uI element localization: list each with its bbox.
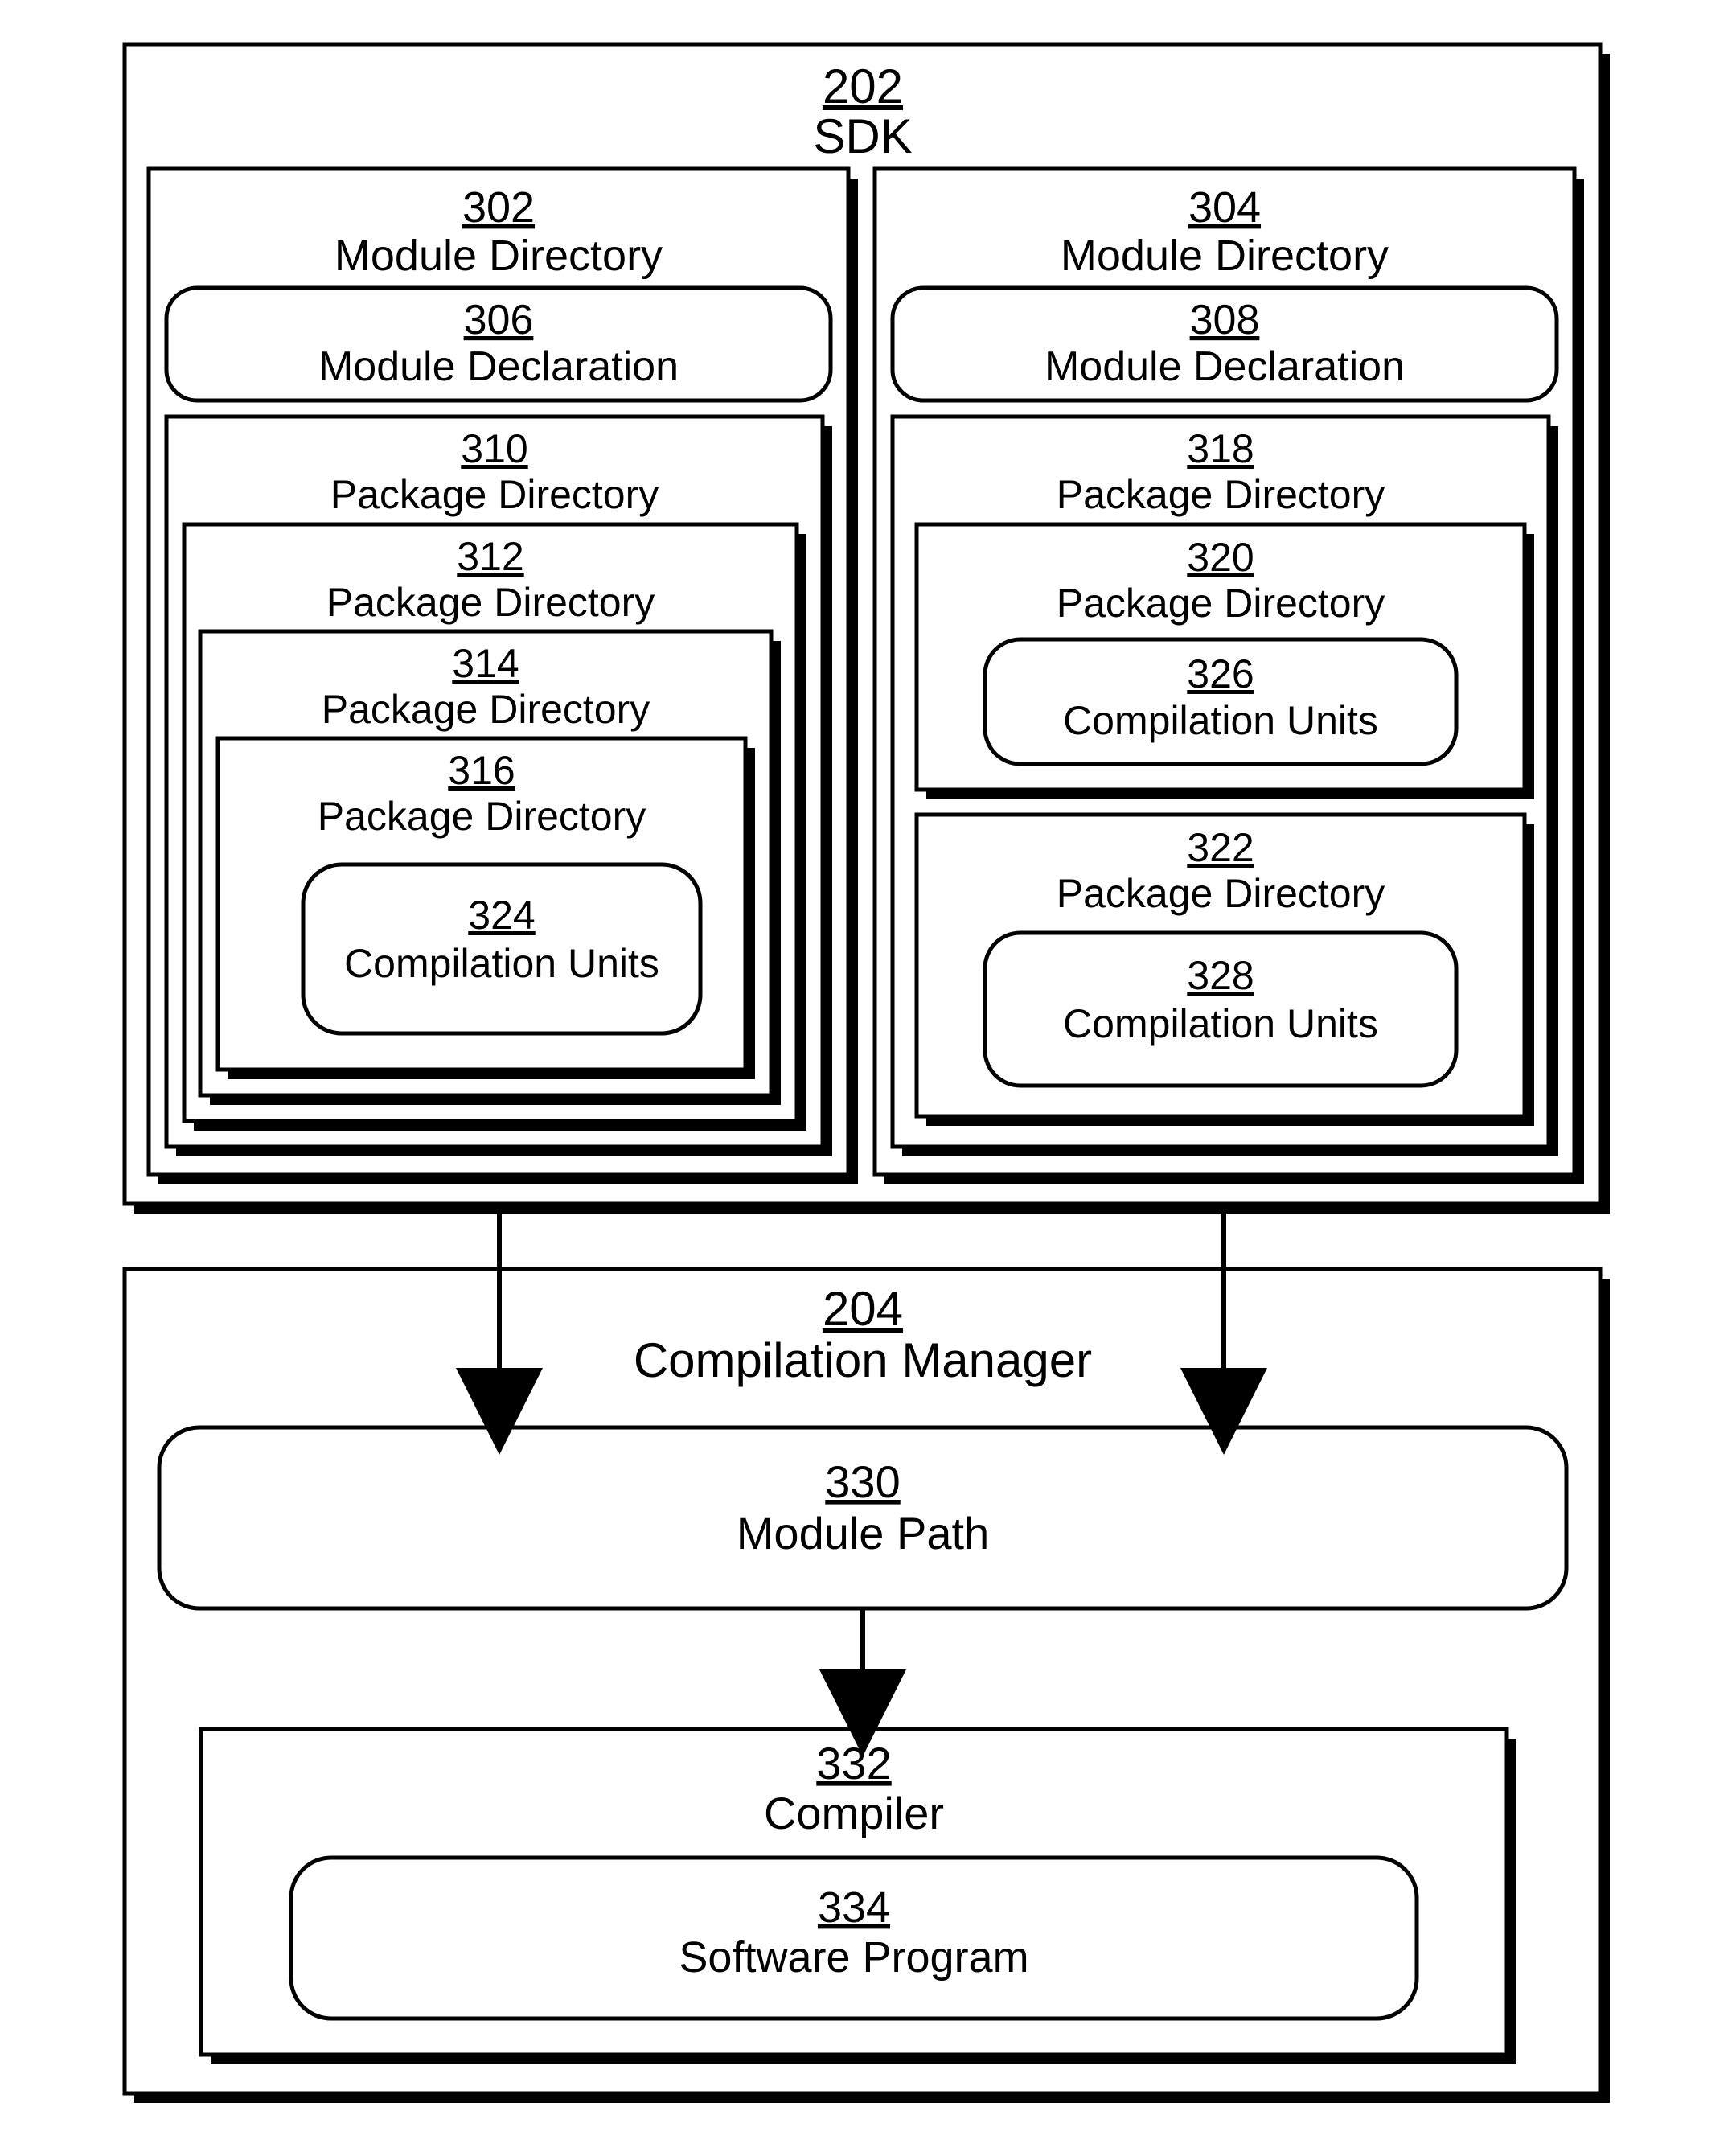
compiler-num: 332	[816, 1738, 891, 1789]
pkg314-label: Package Directory	[322, 687, 650, 732]
pkg316-label: Package Directory	[318, 794, 646, 839]
modpath-num: 330	[825, 1456, 900, 1507]
pkg310-num: 310	[461, 426, 527, 471]
moddecl-r-num: 308	[1190, 297, 1260, 343]
compmgr-num: 204	[823, 1282, 903, 1336]
compiler-label: Compiler	[764, 1788, 944, 1838]
cu328-label: Compilation Units	[1063, 1001, 1378, 1046]
pkg314-num: 314	[452, 641, 519, 686]
cu324-label: Compilation Units	[344, 941, 659, 986]
cu324-num: 324	[468, 893, 535, 938]
sdk-label: SDK	[813, 109, 912, 163]
diagram: 202 SDK 302 Module Directory 306 Module …	[0, 0, 1736, 2152]
module-path: 330 Module Path	[159, 1427, 1566, 1608]
moddecl-l-num: 306	[464, 297, 534, 343]
moddecl-r-label: Module Declaration	[1044, 343, 1405, 390]
module-decl-left: 306 Module Declaration	[166, 288, 831, 400]
compilation-units-326: 326 Compilation Units	[985, 639, 1456, 764]
compilation-units-328: 328 Compilation Units	[985, 933, 1456, 1086]
cu326-label: Compilation Units	[1063, 698, 1378, 743]
pkg322-num: 322	[1187, 825, 1254, 870]
moddir-l-label: Module Directory	[334, 232, 663, 280]
modpath-label: Module Path	[737, 1508, 989, 1559]
software-program: 334 Software Program	[291, 1858, 1417, 2019]
moddir-r-num: 304	[1188, 183, 1261, 232]
pkg312-label: Package Directory	[326, 580, 655, 625]
cu328-num: 328	[1187, 953, 1254, 998]
moddir-r-label: Module Directory	[1061, 232, 1389, 280]
pkg318-num: 318	[1187, 426, 1254, 471]
pkg316-num: 316	[448, 748, 515, 793]
pkg318-label: Package Directory	[1057, 472, 1385, 517]
pkg320-num: 320	[1187, 535, 1254, 580]
swprog-label: Software Program	[679, 1933, 1028, 1982]
pkg310-label: Package Directory	[330, 472, 659, 517]
pkg322-label: Package Directory	[1057, 871, 1385, 916]
cu326-num: 326	[1187, 651, 1254, 696]
compmgr-label: Compilation Manager	[634, 1333, 1092, 1387]
moddir-l-num: 302	[462, 183, 535, 232]
pkg320-label: Package Directory	[1057, 581, 1385, 626]
moddecl-l-label: Module Declaration	[318, 343, 679, 390]
module-decl-right: 308 Module Declaration	[893, 288, 1557, 400]
swprog-num: 334	[818, 1883, 890, 1932]
sdk-num: 202	[823, 60, 903, 113]
pkg312-num: 312	[457, 534, 523, 579]
compilation-units-324: 324 Compilation Units	[303, 864, 700, 1033]
